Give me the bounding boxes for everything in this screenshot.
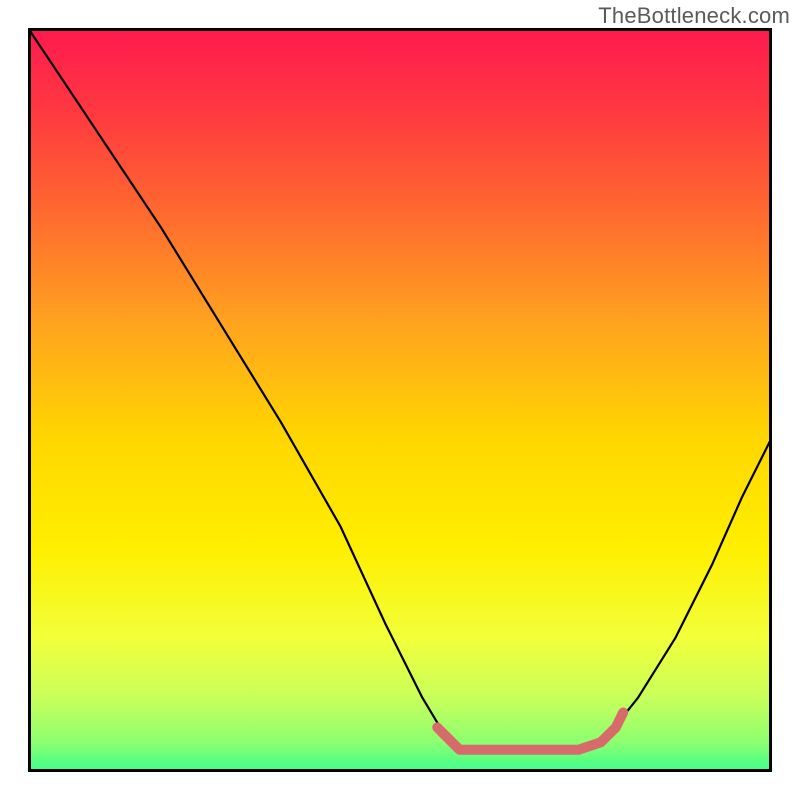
- plot-area: [28, 28, 772, 772]
- bottleneck-curve: [28, 28, 772, 750]
- bottleneck-highlight: [437, 713, 623, 750]
- curve-layer: [28, 28, 772, 772]
- chart-frame: TheBottleneck.com: [0, 0, 800, 800]
- watermark-text: TheBottleneck.com: [598, 3, 790, 29]
